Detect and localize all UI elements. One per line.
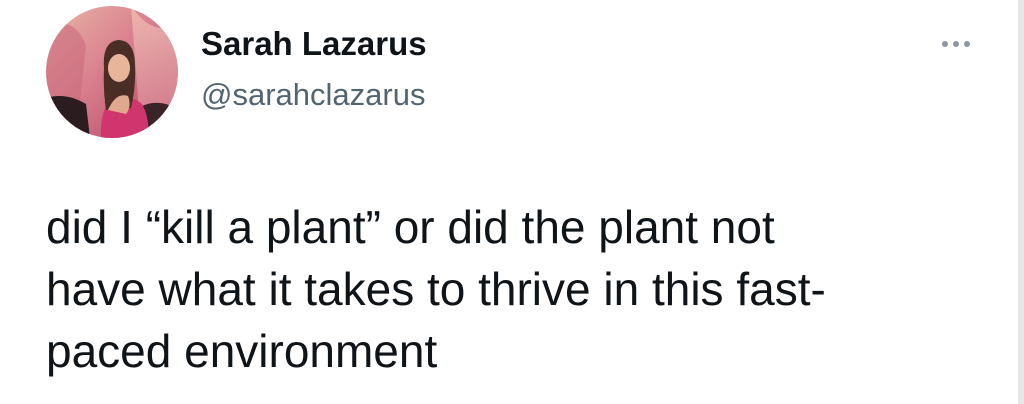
scrollbar-edge (1018, 0, 1024, 404)
tweet-card: Sarah Lazarus @sarahclazarus did I “kill… (0, 0, 1024, 404)
author-handle[interactable]: @sarahclazarus (201, 75, 425, 115)
more-dot-3 (964, 41, 970, 47)
tweet-line-2: have what it takes to thrive in this fas… (46, 263, 826, 315)
more-options-icon[interactable] (934, 32, 978, 56)
tweet-text: did I “kill a plant” or did the plant no… (46, 196, 976, 382)
avatar[interactable] (46, 6, 178, 138)
author-name[interactable]: Sarah Lazarus (201, 24, 427, 64)
tweet-line-3: paced environment (46, 325, 438, 377)
tweet-line-1: did I “kill a plant” or did the plant no… (46, 201, 775, 253)
more-dot-1 (942, 41, 948, 47)
more-dot-2 (953, 41, 959, 47)
